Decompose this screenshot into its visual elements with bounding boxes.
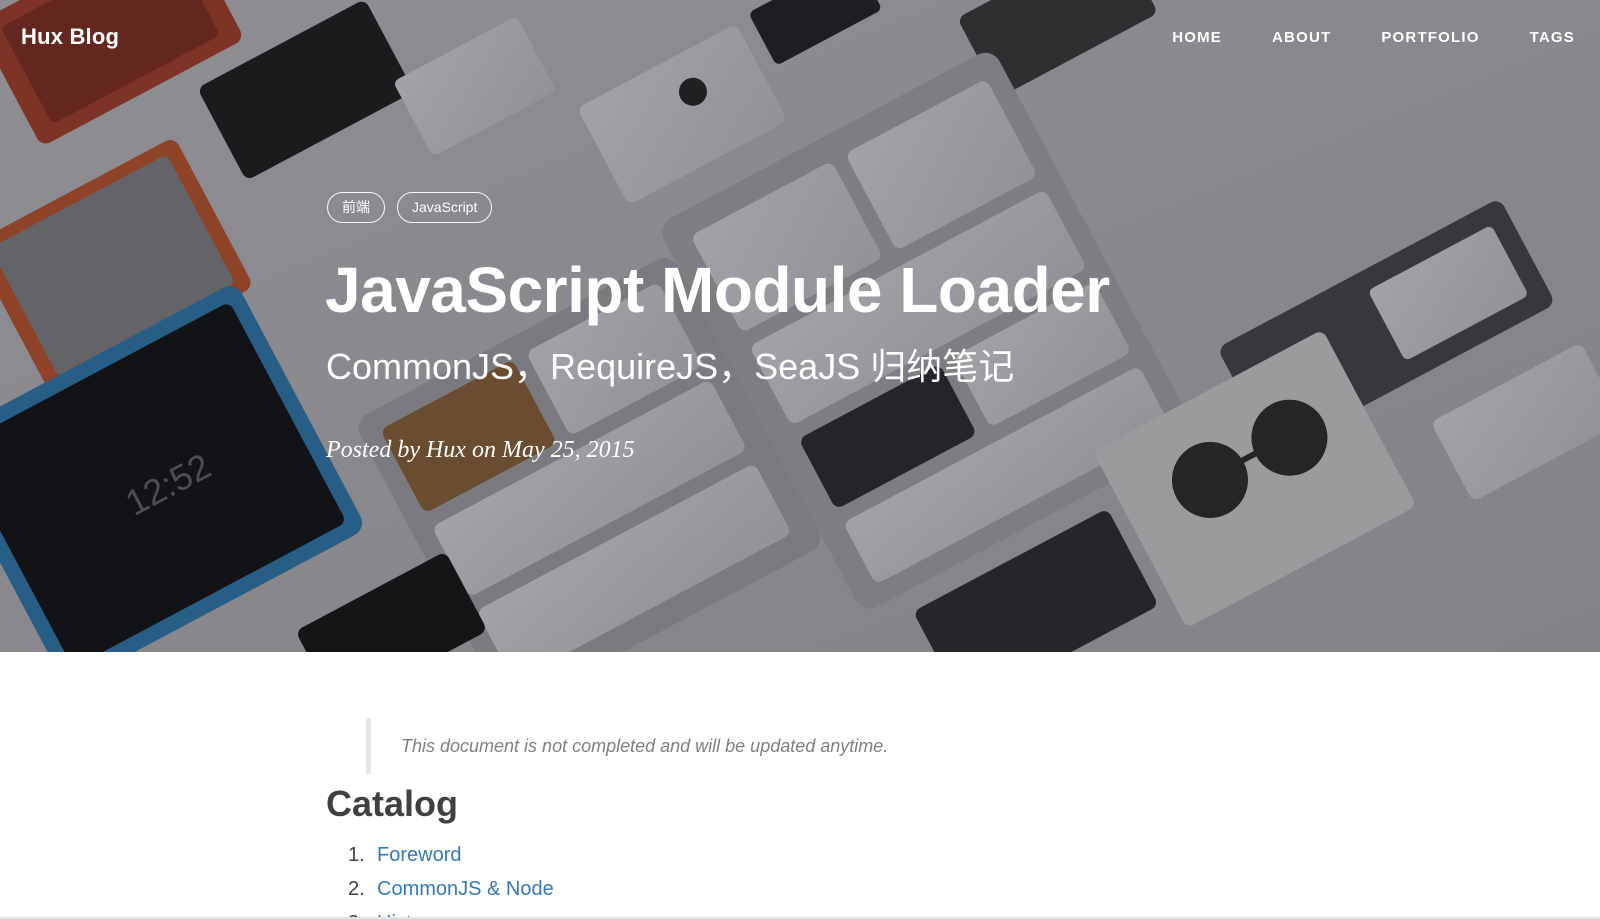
post-meta: Posted by Hux on May 25, 2015 <box>326 437 635 463</box>
top-navbar: Hux Blog HOME ABOUT PORTFOLIO TAGS <box>0 0 1600 78</box>
nav-tags-link[interactable]: TAGS <box>1530 29 1575 46</box>
nav-portfolio-link[interactable]: PORTFOLIO <box>1381 29 1479 46</box>
post-header-hero: 12:52 Hux Blog HOME ABOUT PORTFOLIO TAGS… <box>0 0 1600 652</box>
catalog-link-commonjs-node[interactable]: CommonJS & Node <box>377 872 554 906</box>
nav-home-link[interactable]: HOME <box>1172 29 1222 46</box>
blog-post-page: 12:52 Hux Blog HOME ABOUT PORTFOLIO TAGS… <box>0 0 1600 919</box>
tag-javascript[interactable]: JavaScript <box>397 192 493 223</box>
notice-blockquote: This document is not completed and will … <box>366 718 1066 774</box>
nav-about-link[interactable]: ABOUT <box>1272 29 1331 46</box>
post-title: JavaScript Module Loader <box>325 254 1110 326</box>
catalog-item-number: 1. <box>348 844 365 866</box>
post-tags: 前端 JavaScript <box>327 192 493 223</box>
notice-text: This document is not completed and will … <box>401 736 889 756</box>
catalog-link-foreword[interactable]: Foreword <box>377 838 461 872</box>
post-subtitle: CommonJS，RequireJS，SeaJS 归纳笔记 <box>326 346 1015 387</box>
catalog-item-number: 2. <box>348 878 365 900</box>
catalog-heading: Catalog <box>326 783 459 824</box>
brand-link[interactable]: Hux Blog <box>21 24 119 50</box>
tag-frontend[interactable]: 前端 <box>327 192 385 223</box>
nav-links: HOME ABOUT PORTFOLIO TAGS <box>1122 29 1575 46</box>
